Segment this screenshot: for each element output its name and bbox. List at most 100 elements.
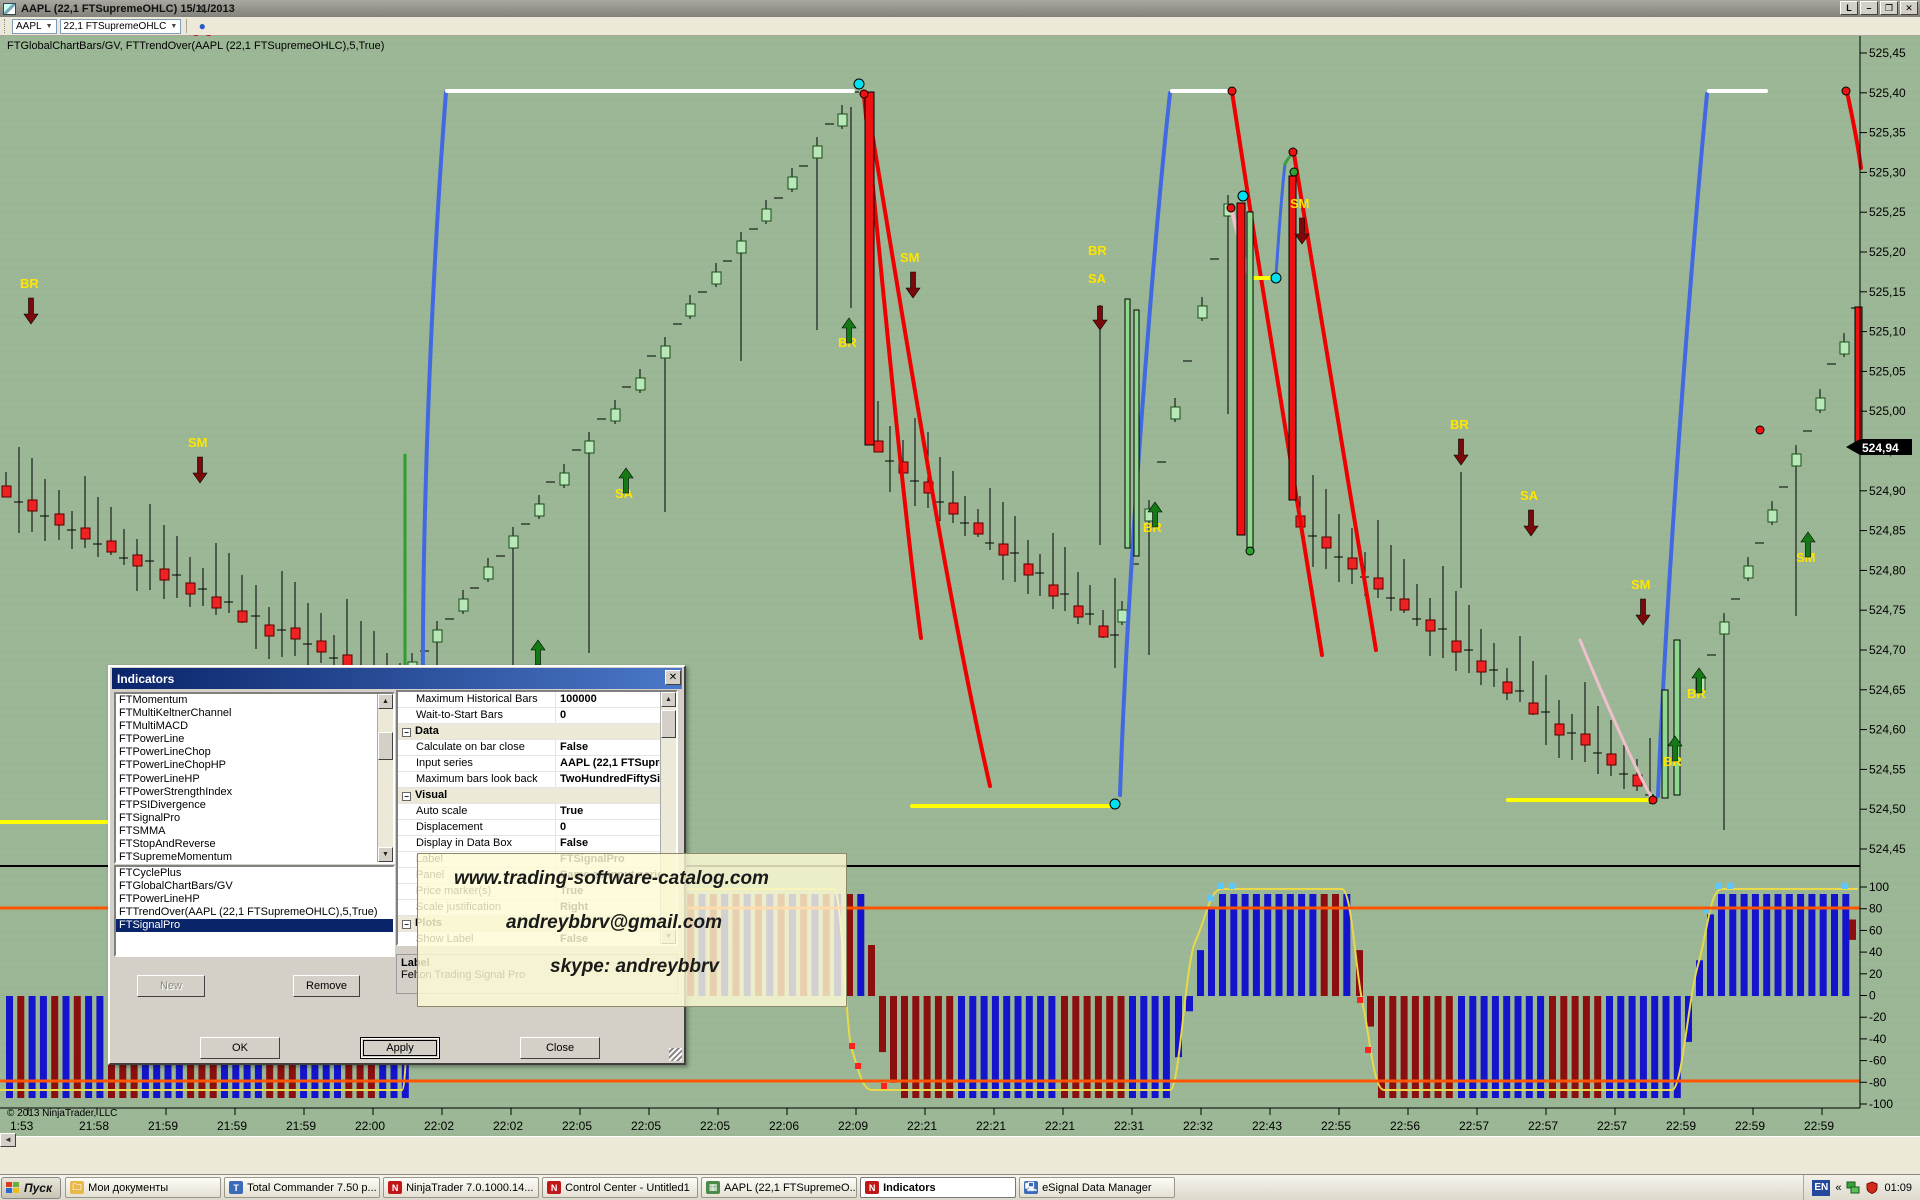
- tray-chevron[interactable]: «: [1835, 1182, 1841, 1194]
- configured-indicator-item[interactable]: FTTrendOver(AAPL (22,1 FTSupremeOHLC),5,…: [116, 906, 393, 919]
- taskbar-task-ninjatrader[interactable]: NNinjaTrader 7.0.1000.14...: [383, 1177, 539, 1198]
- time-axis-label[interactable]: 21:59: [286, 1119, 316, 1133]
- property-value[interactable]: True: [556, 804, 676, 819]
- time-axis-label[interactable]: 22:21: [976, 1119, 1006, 1133]
- configured-indicator-item[interactable]: FTSignalPro: [116, 919, 393, 932]
- property-category[interactable]: −Visual: [398, 788, 676, 804]
- time-axis-label[interactable]: 22:31: [1114, 1119, 1144, 1133]
- network-icon[interactable]: [1846, 1181, 1860, 1194]
- time-axis-label[interactable]: 22:00: [355, 1119, 385, 1133]
- property-row[interactable]: Wait-to-Start Bars0: [398, 708, 676, 724]
- time-axis-label[interactable]: 22:21: [907, 1119, 937, 1133]
- configured-indicator-item[interactable]: FTCyclePlus: [116, 867, 393, 880]
- toolbar-grip[interactable]: [4, 19, 7, 33]
- taskbar-task-esignal[interactable]: 🖳eSignal Data Manager: [1019, 1177, 1175, 1198]
- taskbar-task-indicators[interactable]: NIndicators: [860, 1177, 1016, 1198]
- property-category[interactable]: −Data: [398, 724, 676, 740]
- available-indicator-item[interactable]: FTMultiKeltnerChannel: [116, 707, 393, 720]
- scrollbar-thumb[interactable]: [378, 732, 393, 760]
- collapse-icon[interactable]: −: [402, 920, 411, 929]
- available-indicator-item[interactable]: FTPowerLine: [116, 733, 393, 746]
- available-indicator-item[interactable]: FTSMMA: [116, 825, 393, 838]
- resize-grip[interactable]: [669, 1048, 682, 1061]
- configured-indicator-item[interactable]: FTPowerLineHP: [116, 893, 393, 906]
- configured-indicators-list[interactable]: FTCyclePlusFTGlobalChartBars/GVFTPowerLi…: [114, 865, 395, 957]
- time-axis-label[interactable]: 21:59: [217, 1119, 247, 1133]
- time-axis-label[interactable]: 22:05: [631, 1119, 661, 1133]
- available-indicator-item[interactable]: FTMultiMACD: [116, 720, 393, 733]
- time-axis-label[interactable]: 22:02: [424, 1119, 454, 1133]
- property-value[interactable]: 0: [556, 708, 676, 723]
- time-axis-label[interactable]: 22:59: [1804, 1119, 1834, 1133]
- new-button[interactable]: New: [137, 975, 205, 997]
- time-axis-label[interactable]: 22:21: [1045, 1119, 1075, 1133]
- available-indicator-item[interactable]: FTMomentum: [116, 694, 393, 707]
- time-axis-label[interactable]: 22:56: [1390, 1119, 1420, 1133]
- property-value[interactable]: 100000: [556, 692, 676, 707]
- available-indicator-item[interactable]: FTPSIDivergence: [116, 799, 393, 812]
- security-shield-icon[interactable]: [1865, 1181, 1879, 1194]
- property-row[interactable]: Displacement0: [398, 820, 676, 836]
- close-button[interactable]: Close: [520, 1037, 600, 1059]
- time-axis-label[interactable]: 22:59: [1735, 1119, 1765, 1133]
- interval-combo[interactable]: 22,1 FTSupremeOHLC ▼: [60, 19, 182, 34]
- minimize-button[interactable]: –: [1860, 1, 1878, 15]
- available-indicator-item[interactable]: FTPowerLineChop: [116, 746, 393, 759]
- property-row[interactable]: Maximum bars look backTwoHundredFiftySix: [398, 772, 676, 788]
- available-indicator-item[interactable]: FTPowerStrengthIndex: [116, 786, 393, 799]
- taskbar-task-total[interactable]: TTotal Commander 7.50 p...: [224, 1177, 380, 1198]
- scroll-up-icon[interactable]: ▲: [661, 692, 676, 707]
- collapse-icon[interactable]: −: [402, 728, 411, 737]
- scrollbar-thumb[interactable]: [661, 710, 676, 738]
- start-button[interactable]: Пуск: [1, 1177, 61, 1199]
- configured-indicator-item[interactable]: FTGlobalChartBars/GV: [116, 880, 393, 893]
- property-value[interactable]: 0: [556, 820, 676, 835]
- time-axis-label[interactable]: 22:55: [1321, 1119, 1351, 1133]
- property-value[interactable]: AAPL (22,1 FTSupreme: [556, 756, 676, 771]
- time-axis-label[interactable]: 22:06: [769, 1119, 799, 1133]
- available-indicator-item[interactable]: FTPowerLineHP: [116, 773, 393, 786]
- time-axis-label[interactable]: 22:05: [700, 1119, 730, 1133]
- time-axis-label[interactable]: 22:57: [1528, 1119, 1558, 1133]
- available-indicators-list[interactable]: FTMomentumFTMultiKeltnerChannelFTMultiMA…: [114, 692, 395, 864]
- property-row[interactable]: Calculate on bar closeFalse: [398, 740, 676, 756]
- property-value[interactable]: False: [556, 740, 676, 755]
- time-axis-label[interactable]: 22:57: [1459, 1119, 1489, 1133]
- cursor-icon[interactable]: ↖: [192, 2, 212, 18]
- remove-button[interactable]: Remove: [293, 975, 360, 997]
- tray-clock[interactable]: 01:09: [1884, 1182, 1912, 1194]
- ok-button[interactable]: OK: [200, 1037, 280, 1059]
- taskbar-task-control[interactable]: NControl Center - Untitled1: [542, 1177, 698, 1198]
- time-axis-label[interactable]: 1:53: [10, 1119, 34, 1133]
- close-icon[interactable]: ✕: [665, 670, 681, 685]
- time-axis-label[interactable]: 21:58: [79, 1119, 109, 1133]
- property-value[interactable]: False: [556, 836, 676, 851]
- available-indicator-item[interactable]: FTStopAndReverse: [116, 838, 393, 851]
- scroll-up-icon[interactable]: ▲: [378, 694, 393, 709]
- time-axis-label[interactable]: 21:59: [148, 1119, 178, 1133]
- time-axis-label[interactable]: 22:05: [562, 1119, 592, 1133]
- list-scrollbar[interactable]: ▲▼: [377, 694, 393, 862]
- property-row[interactable]: Display in Data BoxFalse: [398, 836, 676, 852]
- instrument-combo[interactable]: AAPL ▼: [12, 19, 57, 34]
- time-axis-label[interactable]: 22:59: [1666, 1119, 1696, 1133]
- time-axis-label[interactable]: 22:02: [493, 1119, 523, 1133]
- time-axis-label[interactable]: 22:32: [1183, 1119, 1213, 1133]
- property-row[interactable]: Maximum Historical Bars100000: [398, 692, 676, 708]
- restore-button[interactable]: ❐: [1880, 1, 1898, 15]
- taskbar-task-aapl[interactable]: ▦AAPL (22,1 FTSupremeO...: [701, 1177, 857, 1198]
- time-axis-label[interactable]: 22:09: [838, 1119, 868, 1133]
- scroll-down-icon[interactable]: ▼: [378, 847, 393, 862]
- close-button[interactable]: ✕: [1900, 1, 1918, 15]
- collapse-icon[interactable]: −: [402, 792, 411, 801]
- available-indicator-item[interactable]: FTPowerLineChopHP: [116, 759, 393, 772]
- dialog-title[interactable]: Indicators: [112, 668, 682, 689]
- taskbar-task-мои[interactable]: 🗀Мои документы: [65, 1177, 221, 1198]
- hscroll-left-arrow[interactable]: ◄: [0, 1133, 16, 1147]
- property-row[interactable]: Auto scaleTrue: [398, 804, 676, 820]
- language-indicator[interactable]: EN: [1812, 1180, 1830, 1196]
- available-indicator-item[interactable]: FTSignalPro: [116, 812, 393, 825]
- link-button[interactable]: L: [1840, 1, 1858, 15]
- property-value[interactable]: TwoHundredFiftySix: [556, 772, 676, 787]
- available-indicator-item[interactable]: FTSupremeMomentum: [116, 851, 393, 864]
